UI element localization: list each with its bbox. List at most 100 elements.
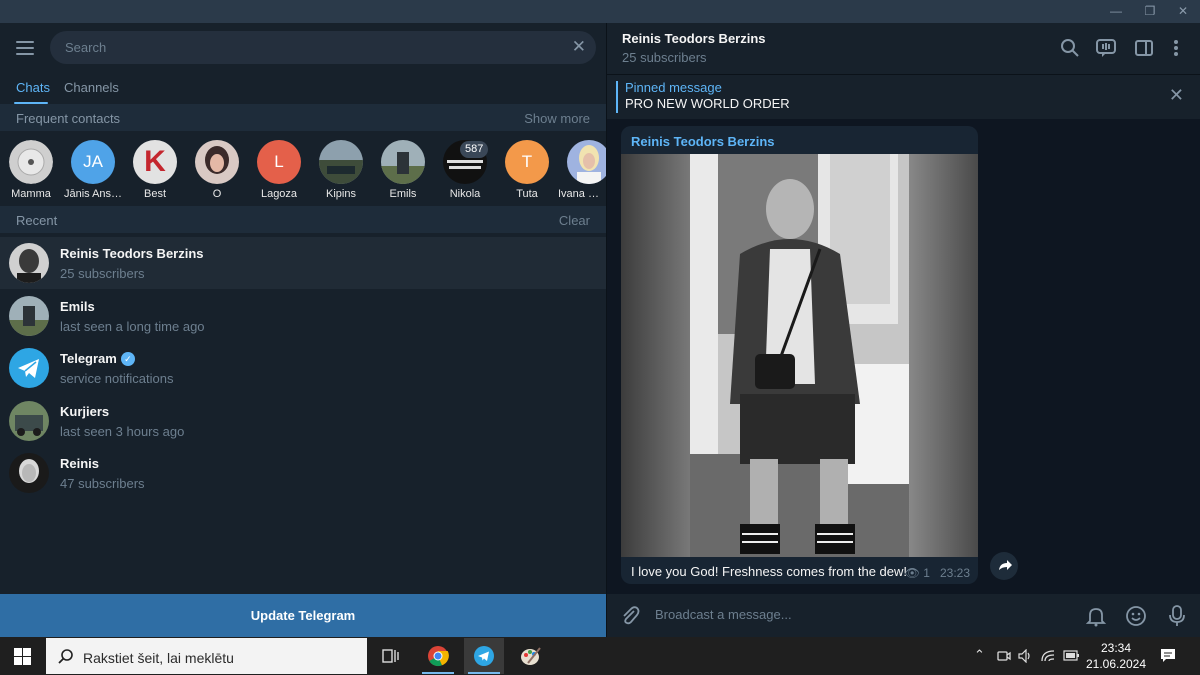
taskbar-search-box[interactable]: Rakstiet šeit, lai meklētu bbox=[46, 638, 367, 674]
menu-icon[interactable] bbox=[16, 41, 34, 55]
message-input[interactable]: Broadcast a message... bbox=[655, 607, 792, 622]
frequent-contact[interactable]: Ivana Ma… bbox=[558, 140, 611, 200]
frequent-contact[interactable]: O bbox=[186, 140, 248, 200]
contact-name: Ivana Ma… bbox=[558, 188, 606, 200]
chat-status: 25 subscribers bbox=[60, 266, 145, 281]
frequent-contacts-title: Frequent contacts bbox=[16, 111, 121, 126]
taskbar-clock[interactable]: 23:34 21.06.2024 bbox=[1078, 640, 1154, 672]
pinned-text: PRO NEW WORLD ORDER bbox=[625, 96, 790, 111]
contact-name: Mamma bbox=[11, 188, 51, 200]
bell-icon[interactable] bbox=[1085, 605, 1107, 627]
running-indicator bbox=[468, 672, 500, 674]
task-view-icon bbox=[382, 649, 399, 663]
live-stream-icon[interactable] bbox=[1095, 37, 1117, 59]
pinned-indicator bbox=[616, 81, 618, 113]
message-author[interactable]: Reinis Teodors Berzins bbox=[631, 134, 775, 149]
avatar bbox=[9, 453, 49, 493]
chevron-up-icon[interactable]: ⌃ bbox=[974, 647, 985, 663]
channel-subscribers: 25 subscribers bbox=[622, 50, 707, 65]
message-photo[interactable] bbox=[621, 154, 978, 557]
windows-start-icon[interactable] bbox=[14, 648, 31, 665]
chat-tabs: Chats Channels bbox=[0, 75, 606, 104]
chat-list-item[interactable]: Reinis Teodors Berzins 25 subscribers bbox=[0, 237, 606, 289]
sidebar: Search ✕ Chats Channels Frequent contact… bbox=[0, 23, 611, 637]
chat-name: Emils bbox=[60, 299, 95, 314]
close-pinned-icon[interactable]: ✕ bbox=[1169, 85, 1184, 106]
emoji-icon[interactable] bbox=[1125, 605, 1147, 627]
taskbar-search-text: Rakstiet šeit, lai meklētu bbox=[83, 650, 234, 666]
telegram-icon bbox=[474, 646, 494, 666]
paint-icon bbox=[521, 647, 541, 665]
contact-name: Tuta bbox=[516, 188, 538, 200]
search-icon bbox=[58, 649, 73, 664]
clock-date: 21.06.2024 bbox=[1085, 657, 1147, 671]
pinned-message-bar[interactable]: Pinned message PRO NEW WORLD ORDER ✕ bbox=[607, 74, 1200, 119]
more-options-icon[interactable] bbox=[1165, 37, 1187, 59]
frequent-contact[interactable]: Emils bbox=[372, 140, 434, 200]
chat-name-text: Telegram bbox=[60, 351, 117, 366]
chat-status: 47 subscribers bbox=[60, 476, 145, 491]
show-more-link[interactable]: Show more bbox=[524, 111, 590, 126]
tab-chats[interactable]: Chats bbox=[16, 80, 50, 95]
search-icon[interactable] bbox=[1059, 37, 1081, 59]
avatar: T bbox=[505, 140, 549, 184]
frequent-contact[interactable]: K Best bbox=[124, 140, 186, 200]
search-input[interactable]: Search ✕ bbox=[50, 31, 596, 64]
clear-search-icon[interactable]: ✕ bbox=[572, 37, 586, 57]
avatar bbox=[9, 140, 53, 184]
chat-name: Kurjiers bbox=[60, 404, 110, 419]
attach-icon[interactable] bbox=[620, 605, 640, 627]
forward-icon bbox=[999, 560, 1012, 570]
microphone-icon[interactable] bbox=[1166, 604, 1188, 628]
channel-header[interactable]: Reinis Teodors Berzins 25 subscribers bbox=[607, 23, 1200, 74]
sidebar-toggle-icon[interactable] bbox=[1133, 37, 1155, 59]
chat-list-item[interactable]: Kurjiers last seen 3 hours ago bbox=[0, 395, 606, 447]
taskbar-chrome[interactable] bbox=[418, 638, 458, 674]
chat-status: last seen 3 hours ago bbox=[60, 424, 185, 439]
avatar: JA bbox=[71, 140, 115, 184]
frequent-contact[interactable]: Kipins bbox=[310, 140, 372, 200]
avatar bbox=[9, 296, 49, 336]
chat-name: Reinis Teodors Berzins bbox=[60, 246, 204, 261]
contact-name: Best bbox=[143, 188, 166, 200]
window-titlebar: — ❐ ✕ bbox=[0, 0, 1200, 23]
contact-name: O bbox=[212, 188, 222, 200]
telegram-icon bbox=[9, 348, 49, 388]
chat-status: service notifications bbox=[60, 371, 174, 386]
contact-name: Jānis Ans… bbox=[63, 188, 123, 200]
frequent-contact[interactable]: L Lagoza bbox=[248, 140, 310, 200]
task-view-button[interactable] bbox=[370, 638, 410, 674]
taskbar-telegram[interactable] bbox=[464, 638, 504, 674]
message-meta: 👁 1 23:23 bbox=[905, 566, 970, 580]
tab-channels[interactable]: Channels bbox=[64, 80, 119, 95]
meet-now-icon[interactable] bbox=[997, 649, 1011, 663]
avatar bbox=[381, 140, 425, 184]
running-indicator bbox=[422, 672, 454, 674]
chat-list-item[interactable]: Emils last seen a long time ago bbox=[0, 290, 606, 342]
view-count: 1 bbox=[923, 566, 930, 580]
search-placeholder: Search bbox=[65, 40, 107, 55]
chat-list-item[interactable]: Telegram ✓ service notifications bbox=[0, 342, 606, 394]
restore-button[interactable]: ❐ bbox=[1141, 3, 1159, 19]
clear-recent-link[interactable]: Clear bbox=[559, 213, 590, 228]
windows-taskbar: Rakstiet šeit, lai meklētu ⌃ 23:34 21.06… bbox=[0, 637, 1200, 675]
message-bubble[interactable]: Reinis Teodors Berzins I love you God! F… bbox=[621, 126, 978, 584]
minimize-button[interactable]: — bbox=[1107, 3, 1125, 19]
verified-icon: ✓ bbox=[120, 352, 135, 366]
taskbar-paint[interactable] bbox=[511, 638, 551, 674]
frequent-contact[interactable]: T Tuta bbox=[496, 140, 558, 200]
close-window-button[interactable]: ✕ bbox=[1174, 3, 1192, 19]
frequent-contact[interactable]: JA Jānis Ans… bbox=[62, 140, 124, 200]
chat-list-item[interactable]: Reinis 47 subscribers bbox=[0, 447, 606, 499]
wifi-icon[interactable] bbox=[1041, 649, 1056, 663]
frequent-contact[interactable]: Mamma bbox=[0, 140, 62, 200]
contact-name: Lagoza bbox=[260, 188, 298, 200]
volume-icon[interactable] bbox=[1018, 649, 1033, 663]
update-telegram-button[interactable]: Update Telegram bbox=[0, 594, 606, 637]
avatar bbox=[9, 243, 49, 283]
avatar bbox=[9, 401, 49, 441]
unread-badge: 587 bbox=[460, 141, 489, 158]
forward-button[interactable] bbox=[990, 552, 1018, 580]
notifications-icon[interactable] bbox=[1160, 648, 1176, 664]
chat-status: last seen a long time ago bbox=[60, 319, 205, 334]
